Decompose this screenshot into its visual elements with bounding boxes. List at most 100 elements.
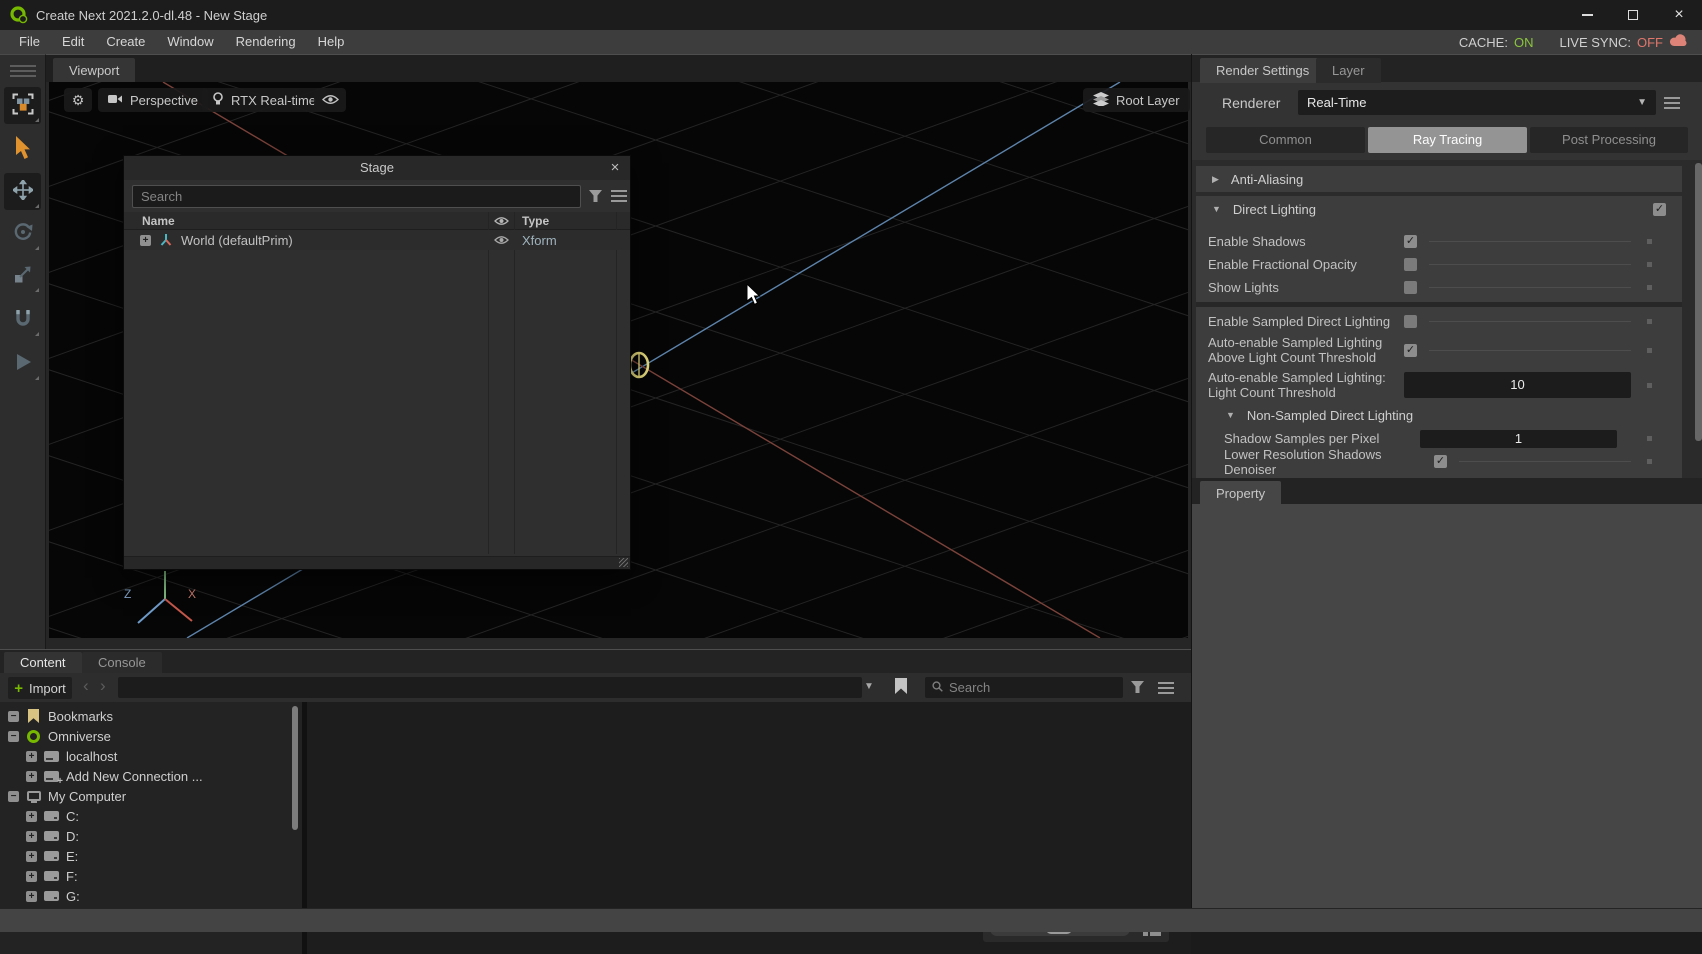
row-visibility-eye-icon[interactable]	[494, 233, 509, 248]
tab-property[interactable]: Property	[1200, 481, 1281, 506]
expand-icon[interactable]: +	[26, 811, 37, 822]
stage-panel-titlebar[interactable]: Stage ×	[124, 156, 630, 180]
path-bar-input[interactable]	[118, 677, 862, 698]
renderer-dropdown[interactable]: Real-Time ▼	[1298, 90, 1656, 115]
stage-row-world[interactable]: + World (defaultPrim) Xform	[124, 230, 630, 250]
name-column-header[interactable]: Name	[142, 214, 175, 228]
tab-render-settings[interactable]: Render Settings	[1200, 58, 1325, 83]
enable-shadows-checkbox[interactable]: ✓	[1404, 235, 1417, 248]
tab-console[interactable]: Console	[82, 652, 162, 674]
menu-edit[interactable]: Edit	[51, 30, 95, 54]
menu-window[interactable]: Window	[156, 30, 224, 54]
camera-selector-button[interactable]: Perspective	[98, 88, 208, 112]
expand-icon[interactable]: +	[26, 831, 37, 842]
reset-default-dot[interactable]	[1647, 436, 1652, 441]
settings-scrollbar[interactable]	[1695, 163, 1702, 441]
renderer-options-icon[interactable]	[1664, 97, 1680, 109]
mode-tab-ray-tracing[interactable]: Ray Tracing	[1368, 127, 1527, 153]
tree-item-drive-g[interactable]: + G:	[0, 886, 302, 906]
auto-enable-above-checkbox[interactable]: ✓	[1404, 344, 1417, 357]
expand-icon[interactable]: +	[140, 235, 151, 246]
section-anti-aliasing[interactable]: ▶ Anti-Aliasing	[1196, 166, 1682, 192]
reset-default-dot[interactable]	[1647, 319, 1652, 324]
toolbar-grip-icon[interactable]	[10, 65, 36, 77]
tree-item-omniverse[interactable]: − Omniverse	[0, 726, 302, 746]
content-search-input[interactable]	[949, 679, 1099, 697]
visibility-column-eye-icon[interactable]	[494, 215, 509, 229]
show-lights-checkbox[interactable]	[1404, 281, 1417, 294]
prim-name[interactable]: World (defaultPrim)	[181, 233, 293, 248]
tree-item-bookmarks[interactable]: − Bookmarks	[0, 706, 302, 726]
move-tool-button[interactable]	[4, 173, 41, 210]
menu-rendering[interactable]: Rendering	[225, 30, 307, 54]
filter-icon[interactable]	[1131, 681, 1144, 696]
minimize-button[interactable]	[1564, 0, 1610, 30]
close-button[interactable]: ×	[1656, 0, 1702, 30]
content-options-icon[interactable]	[1158, 682, 1174, 694]
section-direct-lighting-header[interactable]: ▼ Direct Lighting ✓	[1196, 196, 1682, 222]
menu-file[interactable]: File	[8, 30, 51, 54]
tab-viewport[interactable]: Viewport	[53, 58, 135, 83]
lower-res-denoiser-checkbox[interactable]: ✓	[1434, 455, 1447, 468]
expand-icon[interactable]: +	[26, 891, 37, 902]
tree-item-my-computer[interactable]: − My Computer	[0, 786, 302, 806]
content-search-box[interactable]	[925, 677, 1123, 698]
stage-close-button[interactable]: ×	[606, 156, 624, 180]
enable-fractional-opacity-checkbox[interactable]	[1404, 258, 1417, 271]
snap-tool-button[interactable]	[4, 301, 41, 338]
play-button[interactable]	[4, 345, 41, 382]
reset-default-dot[interactable]	[1647, 285, 1652, 290]
mode-tab-post-processing[interactable]: Post Processing	[1530, 127, 1688, 153]
tree-item-drive-e[interactable]: + E:	[0, 846, 302, 866]
stage-options-icon[interactable]	[611, 190, 627, 202]
enable-sampled-checkbox[interactable]	[1404, 315, 1417, 328]
resize-grip-icon[interactable]	[619, 558, 628, 567]
tab-layer[interactable]: Layer	[1316, 58, 1381, 83]
tree-item-drive-c[interactable]: + C:	[0, 806, 302, 826]
expand-icon[interactable]: +	[26, 851, 37, 862]
reset-default-dot[interactable]	[1647, 239, 1652, 244]
visibility-button[interactable]	[314, 88, 346, 112]
light-count-threshold-field[interactable]: 10	[1404, 372, 1631, 398]
path-dropdown-icon[interactable]: ▼	[864, 681, 874, 692]
tree-item-drive-f[interactable]: + F:	[0, 866, 302, 886]
tree-item-drive-d[interactable]: + D:	[0, 826, 302, 846]
root-layer-button[interactable]: Root Layer	[1083, 88, 1190, 112]
shadow-samples-field[interactable]: 1	[1420, 430, 1617, 448]
import-button[interactable]: + Import	[8, 677, 72, 699]
subsection-non-sampled[interactable]: ▼ Non-Sampled Direct Lighting	[1196, 403, 1682, 427]
reset-default-dot[interactable]	[1647, 348, 1652, 353]
reset-default-dot[interactable]	[1647, 459, 1652, 464]
forward-icon[interactable]: ›	[100, 676, 106, 696]
tree-item-add-connection[interactable]: + Add New Connection ...	[0, 766, 302, 786]
select-tool-button[interactable]	[4, 131, 41, 168]
direct-lighting-checkbox[interactable]: ✓	[1653, 203, 1666, 216]
tree-scrollbar[interactable]	[292, 706, 298, 830]
menu-help[interactable]: Help	[307, 30, 356, 54]
expand-icon[interactable]: +	[26, 771, 37, 782]
type-column-header[interactable]: Type	[522, 214, 549, 228]
scale-tool-button[interactable]	[4, 257, 41, 294]
menu-create[interactable]: Create	[95, 30, 156, 54]
collapse-icon[interactable]: −	[8, 711, 19, 722]
stage-search-input[interactable]	[132, 185, 581, 208]
collapse-icon[interactable]: −	[8, 791, 19, 802]
maximize-button[interactable]	[1610, 0, 1656, 30]
collapse-icon[interactable]: −	[8, 731, 19, 742]
mode-tab-common[interactable]: Common	[1206, 127, 1365, 153]
reset-default-dot[interactable]	[1647, 262, 1652, 267]
stage-resize-strip[interactable]	[124, 556, 630, 569]
rotate-tool-button[interactable]	[4, 215, 41, 252]
bookmark-icon[interactable]	[895, 678, 907, 694]
renderer-selector-button[interactable]: RTX Real-time	[202, 88, 326, 112]
filter-icon[interactable]	[589, 190, 602, 205]
selection-mode-button[interactable]	[4, 87, 41, 124]
expand-icon[interactable]: +	[26, 871, 37, 882]
back-icon[interactable]: ‹	[83, 676, 89, 696]
tab-content[interactable]: Content	[4, 652, 82, 674]
reset-default-dot[interactable]	[1647, 383, 1652, 388]
cloud-icon[interactable]	[1669, 34, 1688, 50]
tree-item-localhost[interactable]: + localhost	[0, 746, 302, 766]
expand-icon[interactable]: +	[26, 751, 37, 762]
viewport-settings-button[interactable]: ⚙	[64, 88, 92, 112]
